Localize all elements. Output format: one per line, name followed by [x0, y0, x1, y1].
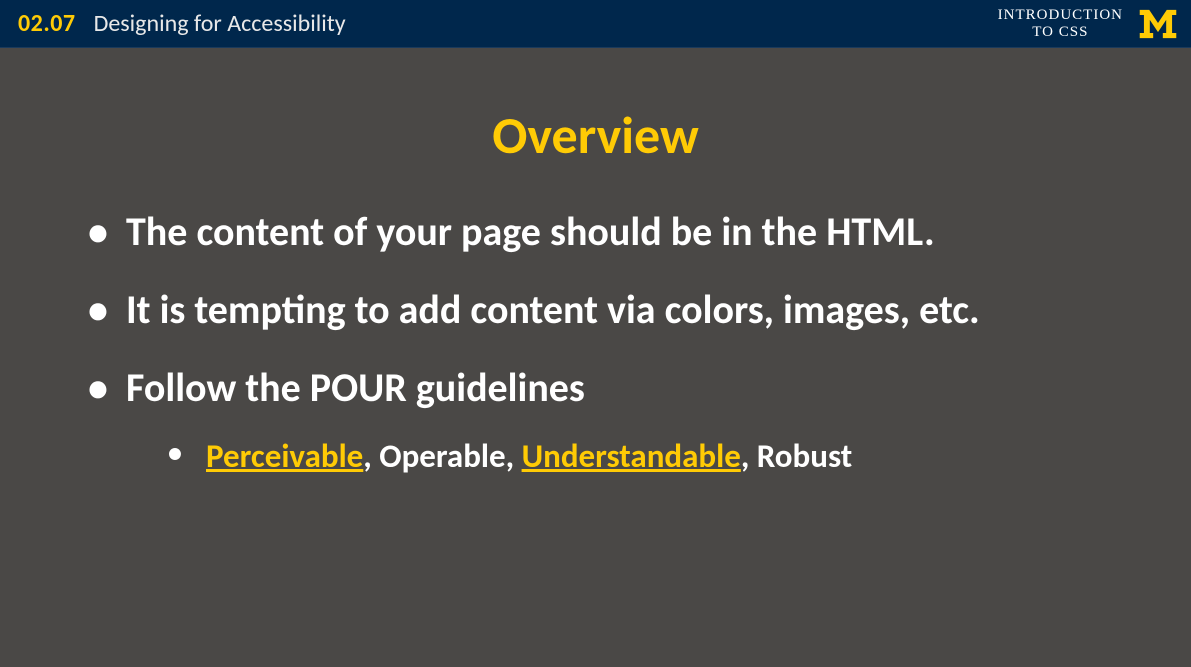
sub-bullet-text: , Robust	[741, 436, 852, 476]
sub-bullet-text: , Operable,	[363, 436, 521, 476]
highlight-term: Understandable	[522, 436, 741, 476]
sub-bullet-item: Perceivable, Operable, Understandable, R…	[126, 435, 1121, 478]
bullet-text: Follow the POUR guidelines	[126, 363, 585, 412]
bullet-text: The content of your page should be in th…	[126, 207, 935, 256]
course-line-1: INTRODUCTION	[998, 7, 1123, 24]
michigan-logo-icon	[1137, 6, 1179, 42]
header-right: INTRODUCTION TO CSS	[998, 6, 1179, 42]
course-line-2: TO CSS	[998, 24, 1123, 41]
lecture-number: 02.07	[18, 9, 76, 38]
header-left: 02.07 Designing for Accessibility	[18, 9, 346, 38]
lecture-title: Designing for Accessibility	[94, 9, 346, 38]
slide-header: 02.07 Designing for Accessibility INTROD…	[0, 0, 1191, 48]
bullet-item: It is tempting to add content via colors…	[70, 285, 1121, 335]
bullet-text: It is tempting to add content via colors…	[126, 285, 980, 334]
bullet-item: The content of your page should be in th…	[70, 207, 1121, 257]
course-name: INTRODUCTION TO CSS	[998, 7, 1123, 40]
bullet-list: The content of your page should be in th…	[70, 207, 1121, 478]
bullet-item: Follow the POUR guidelines Perceivable, O…	[70, 363, 1121, 478]
slide-title: Overview	[70, 103, 1121, 167]
highlight-term: Perceivable	[206, 436, 363, 476]
sub-bullet-list: Perceivable, Operable, Understandable, R…	[126, 435, 1121, 478]
slide-content: Overview The content of your page should…	[0, 48, 1191, 536]
